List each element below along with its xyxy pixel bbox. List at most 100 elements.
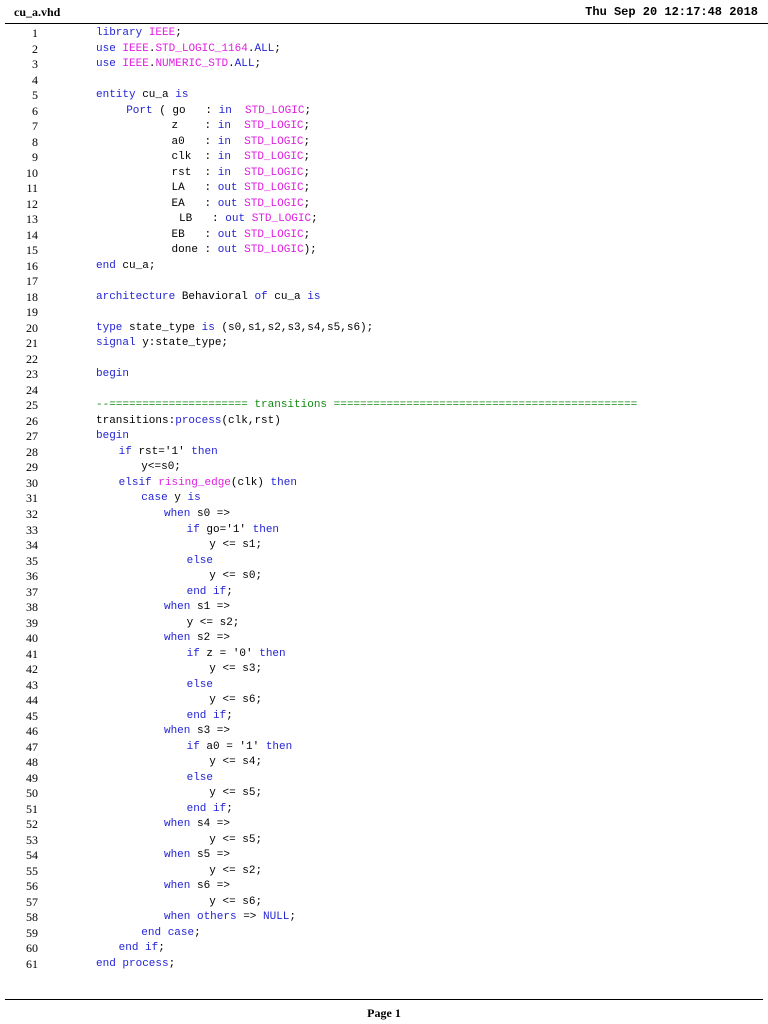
keyword: when others [163, 911, 237, 924]
line-number: 7 [32, 119, 38, 134]
line-code: end process; [96, 957, 175, 973]
line-code: case y is [102, 491, 200, 507]
code-text: y <= s5; [110, 787, 263, 800]
line-number: 17 [26, 274, 38, 289]
type-name: STD_LOGIC [244, 197, 304, 210]
line-number: 28 [26, 444, 38, 459]
keyword: then [270, 476, 297, 489]
code-text: => [236, 911, 263, 924]
line-number: 18 [26, 289, 38, 304]
code-text: ( go : [152, 104, 219, 117]
line-number: 49 [26, 770, 38, 785]
file-name: cu_a.vhd [14, 5, 61, 19]
line-number: 1 [32, 26, 38, 40]
line-code: end if; [107, 709, 233, 725]
code-text: ; [274, 42, 281, 55]
line-number: 22 [26, 351, 38, 366]
code-text: s4 => [190, 818, 230, 831]
keyword: if [186, 740, 200, 753]
line-code: clk : in STD_LOGIC; [106, 150, 311, 166]
line-code: when s6 => [105, 879, 230, 895]
line-number: 52 [26, 817, 38, 832]
line-number: 14 [26, 227, 38, 242]
keyword: out [217, 228, 238, 241]
keyword: end if [186, 709, 227, 722]
keyword: in [217, 151, 231, 164]
code-text: ; [303, 228, 311, 241]
line-code: end if; [107, 585, 233, 601]
type-name: STD_LOGIC [244, 228, 304, 241]
line-number: 55 [26, 863, 38, 878]
code-text: y <= s0; [110, 570, 263, 583]
code-text: ; [289, 911, 297, 924]
line-number: 53 [26, 832, 38, 847]
type-name: STD_LOGIC [244, 135, 304, 148]
line-code: when s1 => [105, 600, 230, 616]
line-code: y <= s5; [110, 786, 262, 802]
line-number: 35 [26, 553, 38, 568]
code-text: s0 => [190, 507, 230, 520]
code-text: ; [254, 58, 262, 71]
code-text: ; [158, 942, 165, 955]
code-text: go='1' [199, 523, 253, 536]
line-code: end if; [99, 941, 165, 957]
keyword: use [96, 42, 116, 55]
code-text: y <= s6; [110, 694, 263, 707]
line-number: 34 [26, 538, 38, 553]
type-name: STD_LOGIC [244, 120, 304, 133]
code-text: Behavioral [175, 290, 255, 303]
line-number: 10 [26, 165, 38, 180]
line-code: Port ( go : in STD_LOGIC; [100, 104, 311, 120]
line-code: y <= s4; [110, 755, 262, 771]
line-code: else [107, 771, 213, 787]
line-number: 27 [26, 429, 38, 444]
line-code: y<=s0; [102, 460, 181, 476]
type-name: STD_LOGIC [244, 244, 304, 257]
line-number: 13 [26, 212, 38, 227]
header-divider [5, 23, 768, 24]
keyword: library [96, 27, 143, 39]
line-number: 26 [26, 413, 38, 428]
line-number: 44 [26, 693, 38, 708]
type-name: NUMERIC_STD [155, 58, 229, 71]
line-code: rst : in STD_LOGIC; [106, 166, 311, 182]
keyword: end if [186, 802, 227, 815]
code-text: ; [168, 957, 176, 970]
line-number: 56 [26, 879, 38, 894]
line-code: when others => NULL; [105, 910, 296, 926]
code-text: ; [304, 104, 312, 117]
code-text: y<=s0; [101, 461, 181, 474]
code-text: s6 => [190, 880, 230, 893]
line-number: 9 [32, 150, 38, 165]
line-number: 47 [26, 739, 38, 754]
line-code: y <= s2; [107, 616, 240, 632]
line-number: 21 [26, 336, 38, 351]
code-text: ; [303, 151, 311, 164]
line-code: LB : out STD_LOGIC; [106, 212, 318, 228]
type-name: STD_LOGIC [244, 151, 304, 164]
line-code: a0 : in STD_LOGIC; [106, 135, 311, 151]
line-code: use IEEE.STD_LOGIC_1164.ALL; [96, 42, 281, 58]
keyword: when [163, 601, 191, 614]
keyword: when [163, 507, 191, 520]
keyword: when [163, 632, 191, 645]
line-number: 24 [26, 382, 38, 397]
line-number: 50 [26, 786, 38, 801]
code-text: done : [105, 244, 218, 257]
code-text: y [167, 492, 188, 505]
line-code: elsif rising_edge(clk) then [99, 476, 297, 492]
keyword: type [96, 321, 123, 334]
type-name: IEEE [122, 58, 149, 71]
code-text: ; [303, 135, 311, 148]
line-code: end case; [102, 926, 200, 942]
